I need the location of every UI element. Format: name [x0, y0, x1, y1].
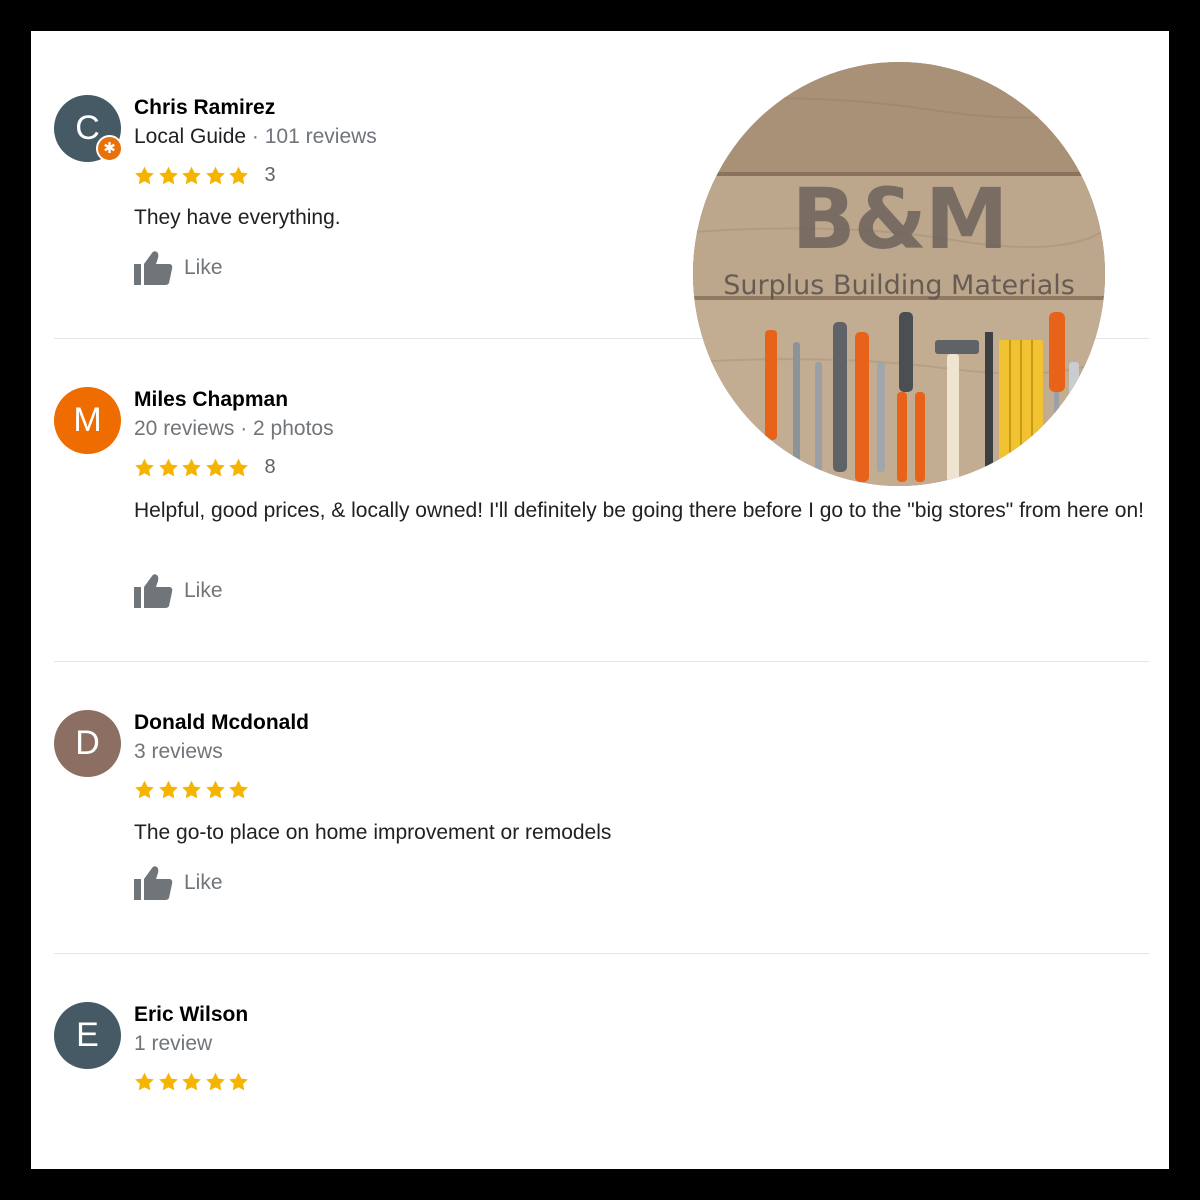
- star-icon: [227, 165, 250, 187]
- reviewer-name[interactable]: Donald Mcdonald: [134, 711, 309, 735]
- divider: [54, 953, 1149, 954]
- like-button[interactable]: Like: [134, 865, 223, 901]
- star-rating: 8: [133, 456, 276, 479]
- thumbs-up-icon: [134, 865, 174, 901]
- business-logo: B&M Surplus Building Materials: [693, 62, 1105, 486]
- review-text: Helpful, good prices, & locally owned! I…: [134, 499, 1144, 522]
- review-count: 20 reviews · 2 photos: [134, 417, 334, 440]
- star-icon: [133, 165, 156, 187]
- star-icon: [133, 1071, 156, 1093]
- star-icon: [157, 779, 180, 801]
- star-icon: [227, 457, 250, 479]
- review-time: 3: [264, 164, 276, 186]
- like-label: Like: [184, 256, 223, 279]
- stars: [133, 165, 251, 187]
- reviewer-name[interactable]: Eric Wilson: [134, 1003, 248, 1027]
- avatar[interactable]: M: [54, 387, 121, 454]
- like-button[interactable]: Like: [134, 250, 223, 286]
- star-icon: [180, 165, 203, 187]
- star-icon: [227, 1071, 250, 1093]
- avatar-initial: C: [75, 109, 100, 147]
- star-icon: [157, 165, 180, 187]
- star-icon: [180, 1071, 203, 1093]
- star-icon: [133, 457, 156, 479]
- review-count: 3 reviews: [134, 740, 223, 763]
- star-icon: [180, 779, 203, 801]
- avatar[interactable]: D: [54, 710, 121, 777]
- local-guide-label: Local Guide: [134, 125, 247, 148]
- divider: [54, 661, 1149, 662]
- review-text: The go-to place on home improvement or r…: [134, 821, 612, 844]
- star-icon: [227, 779, 250, 801]
- star-icon: [133, 779, 156, 801]
- star-icon: [157, 457, 180, 479]
- review-count: 1 review: [134, 1032, 213, 1055]
- avatar[interactable]: C ✱: [54, 95, 123, 162]
- local-guide-badge-icon: ✱: [96, 135, 123, 162]
- reviewer-name[interactable]: Miles Chapman: [134, 388, 288, 412]
- stars: [133, 457, 251, 479]
- star-icon: [157, 1071, 180, 1093]
- avatar-initial: E: [76, 1016, 99, 1054]
- thumbs-up-icon: [134, 573, 174, 609]
- like-label: Like: [184, 579, 223, 602]
- reviewer-meta: Local Guide · 101 reviews: [134, 125, 377, 148]
- review-time: 8: [264, 456, 276, 478]
- star-icon: [204, 165, 227, 187]
- star-icon: [204, 779, 227, 801]
- star-icon: [204, 457, 227, 479]
- avatar[interactable]: E: [54, 1002, 121, 1069]
- star-rating: [133, 1071, 251, 1093]
- thumbs-up-icon: [134, 250, 174, 286]
- star-rating: 3: [133, 164, 276, 187]
- stars: [133, 779, 251, 801]
- avatar-initial: D: [75, 724, 100, 762]
- reviews-panel: C ✱ Chris Ramirez Local Guide · 101 revi…: [31, 31, 1169, 1169]
- avatar-initial: M: [73, 401, 102, 439]
- like-button[interactable]: Like: [134, 573, 223, 609]
- star-rating: [133, 779, 251, 801]
- like-label: Like: [184, 871, 223, 894]
- star-icon: [204, 1071, 227, 1093]
- logo-title: B&M: [791, 170, 1009, 268]
- logo-subtitle: Surplus Building Materials: [723, 270, 1075, 301]
- review-count: 101 reviews: [264, 125, 377, 148]
- reviewer-name[interactable]: Chris Ramirez: [134, 96, 275, 120]
- stars: [133, 1071, 251, 1093]
- star-icon: [180, 457, 203, 479]
